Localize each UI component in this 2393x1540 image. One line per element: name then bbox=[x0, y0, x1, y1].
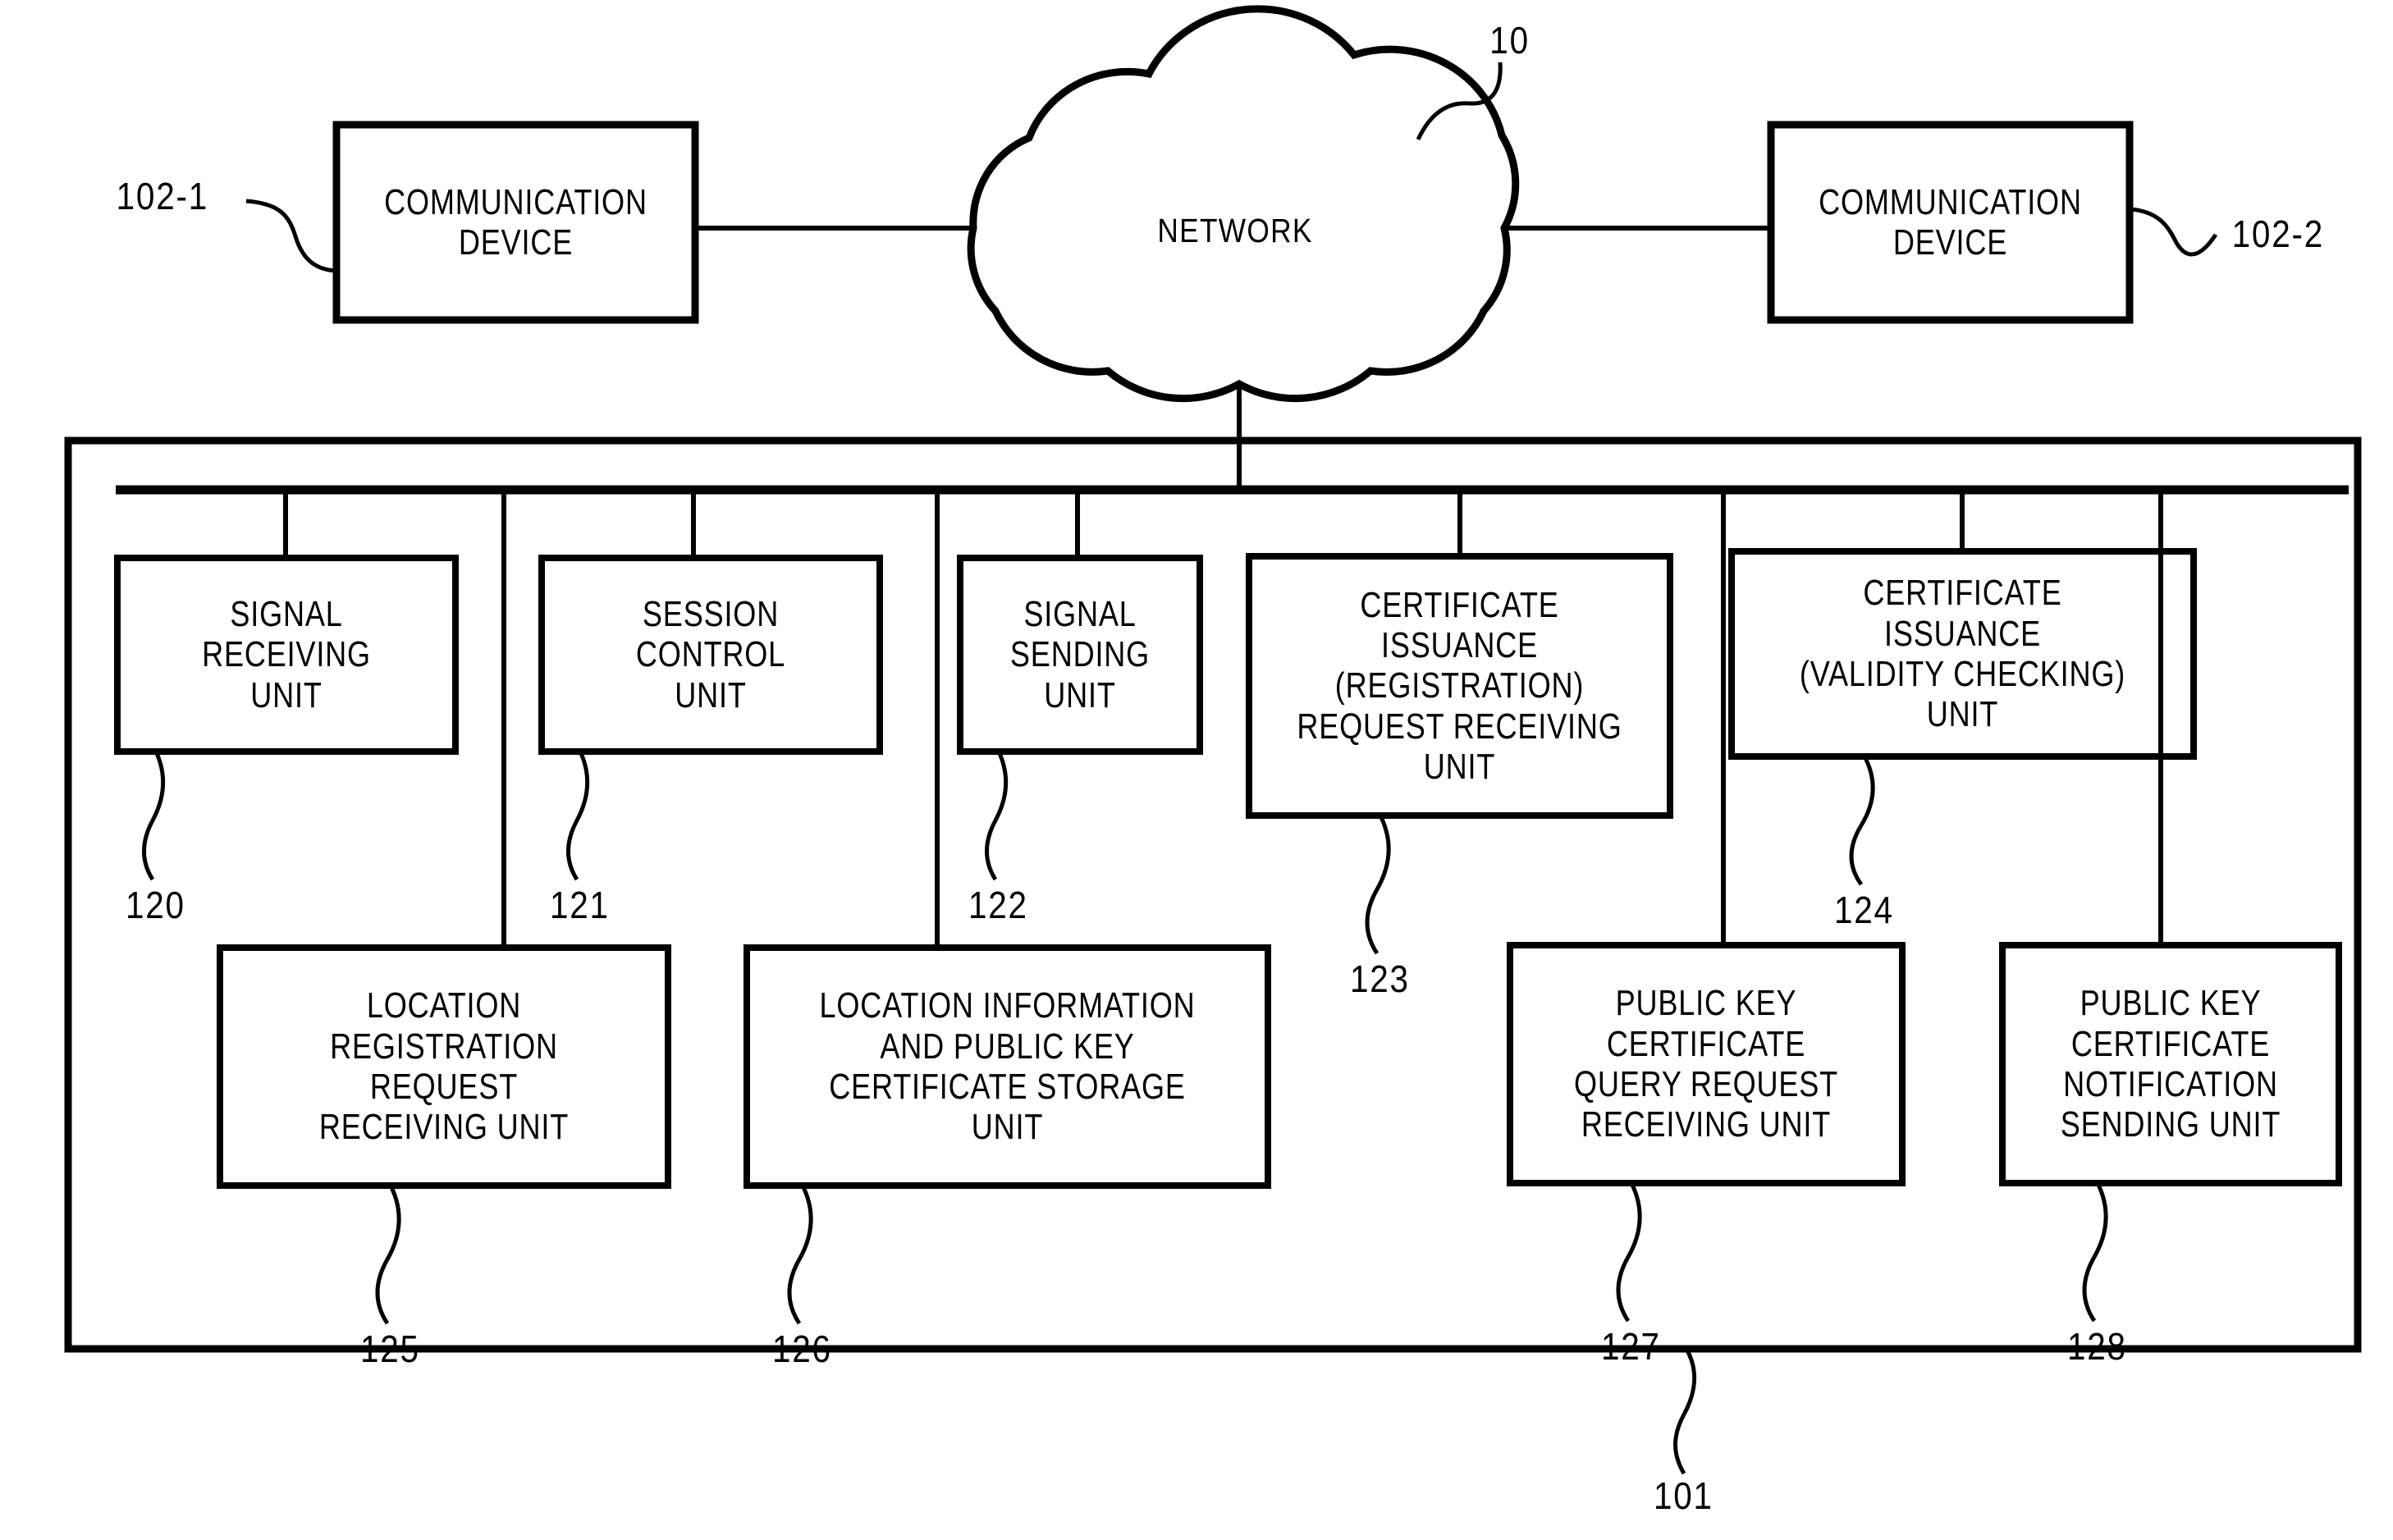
unit-box-121 bbox=[538, 555, 883, 755]
unit-box-120 bbox=[114, 555, 459, 755]
unit-box-124 bbox=[1728, 548, 2197, 760]
leader-125 bbox=[375, 1184, 401, 1325]
leader-128 bbox=[2082, 1181, 2108, 1323]
leader-121 bbox=[566, 750, 590, 881]
leader-124 bbox=[1849, 755, 1875, 886]
communication-device-1-box bbox=[332, 121, 699, 324]
ref-125: 125 bbox=[359, 1328, 420, 1370]
leader-120 bbox=[142, 750, 166, 881]
leader-123 bbox=[1365, 814, 1391, 955]
ref-127: 127 bbox=[1600, 1325, 1661, 1368]
network-label: NETWORK bbox=[1157, 212, 1313, 249]
unit-box-123 bbox=[1246, 553, 1673, 819]
ref-102-1: 102-1 bbox=[116, 175, 208, 217]
ref-101: 101 bbox=[1653, 1474, 1714, 1517]
ref-120: 120 bbox=[125, 884, 185, 926]
leader-126 bbox=[787, 1184, 813, 1325]
ref-128: 128 bbox=[2066, 1325, 2127, 1368]
unit-box-127 bbox=[1507, 942, 1906, 1186]
leader-102-2 bbox=[2130, 207, 2218, 257]
network-cloud bbox=[967, 5, 1520, 403]
ref-10: 10 bbox=[1489, 19, 1530, 62]
leader-101 bbox=[1673, 1349, 1697, 1475]
unit-box-128 bbox=[1999, 942, 2342, 1186]
leader-122 bbox=[985, 750, 1009, 881]
leader-127 bbox=[1616, 1181, 1642, 1323]
unit-box-125 bbox=[217, 944, 671, 1189]
ref-102-2: 102-2 bbox=[2231, 212, 2324, 255]
unit-box-126 bbox=[744, 944, 1271, 1189]
communication-device-2-box bbox=[1767, 121, 2134, 324]
ref-124: 124 bbox=[1833, 889, 1894, 931]
ref-122: 122 bbox=[968, 884, 1028, 926]
ref-123: 123 bbox=[1349, 957, 1410, 1000]
server-container-box bbox=[64, 436, 2362, 1353]
patent-figure: COMMUNICATION DEVICE 102-1 COMMUNICATION… bbox=[0, 0, 2393, 1540]
ref-126: 126 bbox=[771, 1328, 832, 1370]
leader-102-1 bbox=[245, 199, 336, 273]
unit-box-122 bbox=[957, 555, 1203, 755]
ref-121: 121 bbox=[549, 884, 610, 926]
